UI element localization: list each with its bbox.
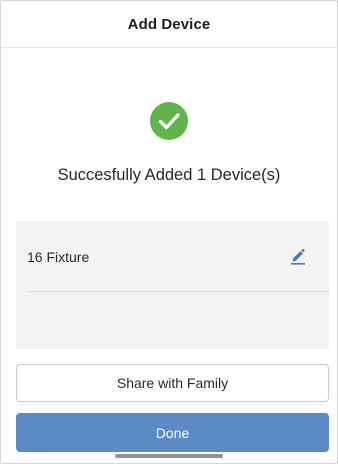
device-list: 16 Fixture [16, 221, 329, 349]
pencil-edit-icon[interactable] [290, 247, 306, 265]
page-title: Add Device [127, 15, 211, 33]
device-name: 16 Fixture [27, 249, 90, 265]
done-button[interactable]: Done [16, 413, 329, 452]
checkmark-circle-icon [150, 102, 188, 140]
add-device-screen: Add Device Succesfully Added 1 Device(s)… [0, 0, 338, 464]
row-divider [28, 291, 329, 292]
device-list-item: 16 Fixture [16, 221, 329, 291]
home-indicator[interactable] [115, 454, 223, 458]
navigation-header: Add Device [1, 1, 337, 48]
success-message: Succesfully Added 1 Device(s) [57, 166, 281, 184]
share-with-family-button[interactable]: Share with Family [16, 364, 329, 402]
